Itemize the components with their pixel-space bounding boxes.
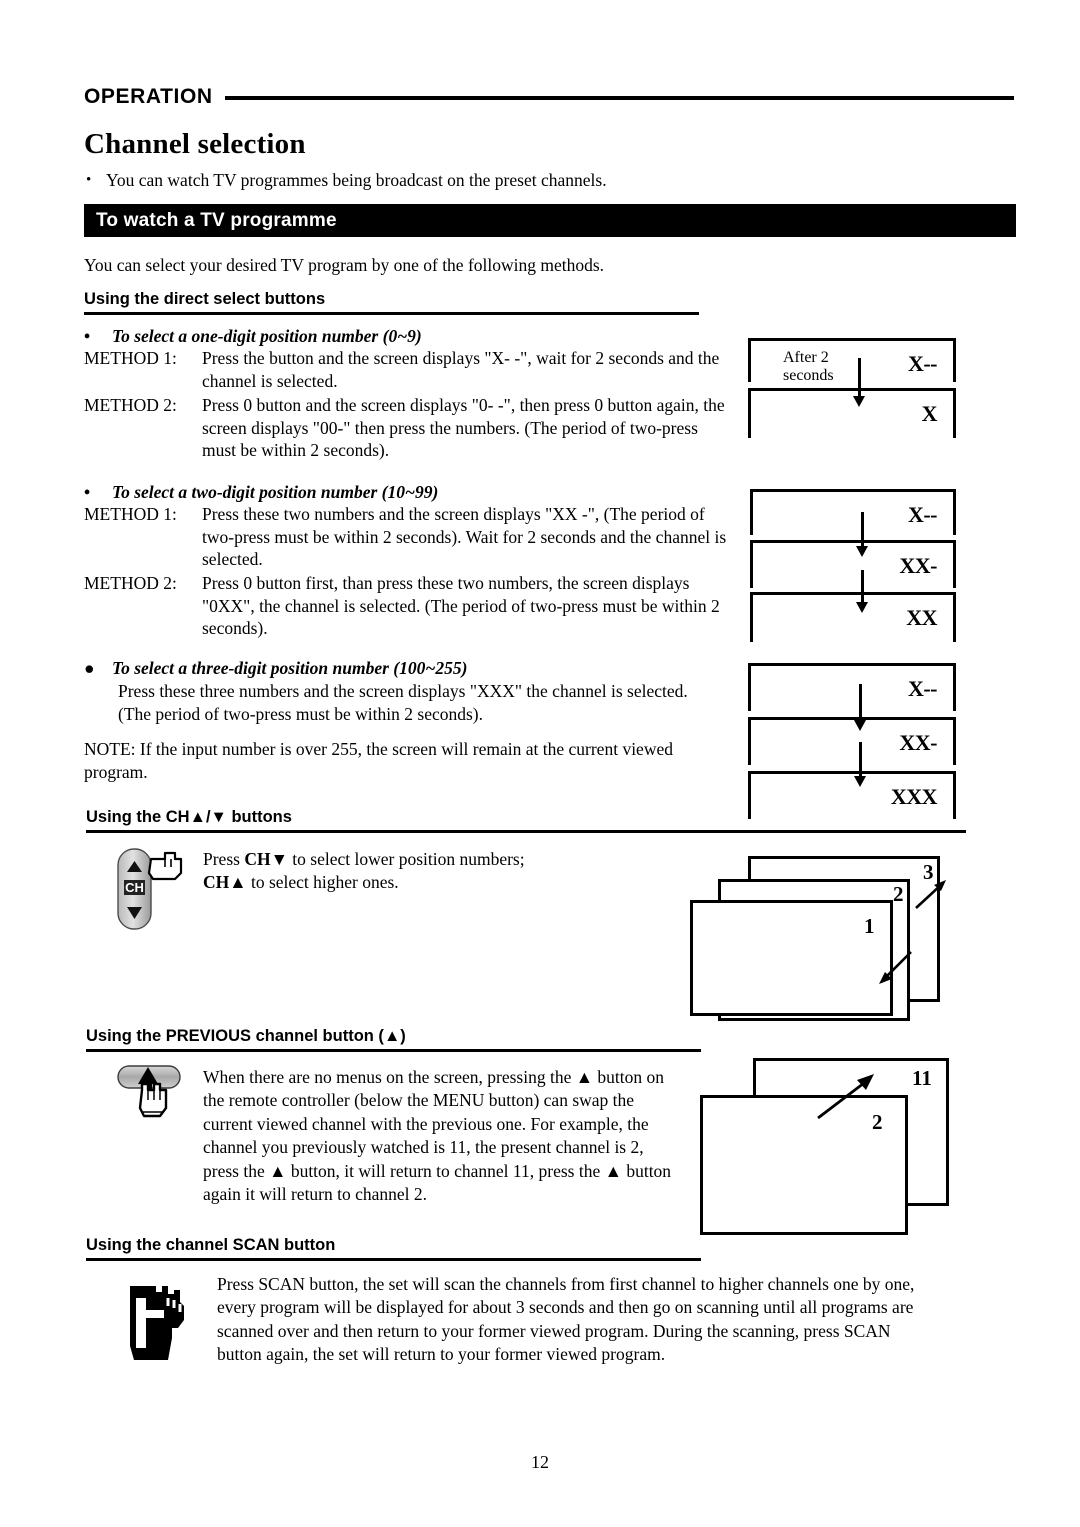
running-head-title: OPERATION bbox=[84, 85, 213, 108]
note-text: NOTE: If the input number is over 255, t… bbox=[84, 739, 673, 782]
lead-paragraph: You can select your desired TV program b… bbox=[84, 255, 605, 275]
section-banner: To watch a TV programme bbox=[84, 204, 1016, 237]
ch-buttons-body: Press CH▼ to select lower position numbe… bbox=[203, 848, 673, 893]
subheading-direct-select: Using the direct select buttons bbox=[84, 290, 699, 315]
prev-body-text: When there are no menus on the screen, p… bbox=[203, 1067, 576, 1087]
swap-arrow-icon bbox=[817, 1074, 874, 1120]
screen-display-value: XX- bbox=[899, 553, 937, 578]
screen-display-value: X-- bbox=[907, 351, 938, 376]
bullet-two-digit: • To select a two-digit position number … bbox=[84, 482, 438, 503]
page-number: 12 bbox=[531, 1452, 549, 1472]
triangle-up-icon: ▲ bbox=[575, 1067, 594, 1087]
screen-display-value: X bbox=[921, 401, 938, 426]
pane-number: 11 bbox=[912, 1066, 932, 1090]
ch-body-text: to select lower position numbers; bbox=[287, 849, 525, 869]
subheading-scan-button: Using the channel SCAN button bbox=[86, 1236, 701, 1261]
prev-heading-suffix: ) bbox=[400, 1027, 406, 1045]
method-label: METHOD 2: bbox=[84, 395, 177, 415]
triangle-up-icon: ▲ bbox=[229, 871, 247, 892]
ch-body-text: to select higher ones. bbox=[246, 871, 399, 892]
triangle-down-icon: ▼ bbox=[270, 849, 288, 869]
screen-display-value: X-- bbox=[907, 676, 938, 701]
tv-screen-outline: XX bbox=[750, 592, 956, 642]
tv-screen-outline: X-- bbox=[748, 663, 956, 711]
bullet-one-digit-label: To select a one-digit position number (0… bbox=[112, 326, 422, 346]
tv-screen-outline: X bbox=[748, 388, 956, 438]
bullet-three-digit-label: To select a three-digit position number … bbox=[112, 658, 468, 678]
scan-button-body: Press SCAN button, the set will scan the… bbox=[217, 1274, 915, 1365]
triangle-up-icon: ▲ bbox=[269, 1160, 287, 1181]
tv-screen-outline: XX- bbox=[750, 540, 956, 588]
ch-body-text: Press bbox=[203, 849, 245, 869]
triangle-up-icon: ▲ bbox=[383, 1027, 401, 1045]
svg-text:CH: CH bbox=[125, 880, 144, 895]
previous-channel-body: When there are no menus on the screen, p… bbox=[203, 1066, 683, 1206]
method-label: METHOD 1: bbox=[84, 348, 177, 368]
stack-arrow-up-icon bbox=[915, 880, 946, 909]
ch-rocker-button-icon: CH bbox=[113, 847, 191, 931]
method-text: Press these two numbers and the screen d… bbox=[202, 504, 727, 570]
method-text: Press the button and the screen displays… bbox=[202, 348, 720, 391]
subheading-ch-buttons: Using the CH▲/▼ buttons bbox=[86, 808, 966, 833]
bullet-two-digit-label: To select a two-digit position number (1… bbox=[112, 482, 439, 502]
previous-button-icon bbox=[112, 1062, 204, 1130]
manual-page: OPERATION Channel selection • You can wa… bbox=[0, 0, 1080, 1527]
tv-screen-outline: After 2 seconds X-- bbox=[748, 338, 956, 385]
method-row-one-digit-1: METHOD 1: Press the button and the scree… bbox=[84, 347, 734, 392]
screen-display-value: XX bbox=[906, 605, 937, 630]
pane-number: 1 bbox=[864, 914, 875, 938]
after-seconds-label: After 2 seconds bbox=[783, 349, 834, 385]
stack-arrow-down-icon bbox=[879, 951, 912, 984]
screen-display-value: XXX bbox=[890, 784, 938, 809]
bullet-three-digit: ● To select a three-digit position numbe… bbox=[84, 658, 467, 679]
ch-heading-prefix: Using the CH bbox=[86, 808, 190, 826]
method-text: Press 0 button and the screen displays "… bbox=[202, 395, 725, 461]
after-seconds-line1: After 2 bbox=[783, 349, 829, 366]
intro-bullet: • You can watch TV programmes being broa… bbox=[86, 169, 986, 191]
prev-body-text: button, it will return to channel 11, pr… bbox=[286, 1160, 605, 1181]
ch-label-bold: CH bbox=[203, 871, 230, 892]
prev-heading-prefix: Using the PREVIOUS channel button ( bbox=[86, 1027, 384, 1045]
screen-display-value: XX- bbox=[899, 730, 937, 755]
bullet-icon: • bbox=[84, 482, 91, 502]
screen-display-value: X-- bbox=[907, 502, 938, 527]
subheading-previous-channel: Using the PREVIOUS channel button (▲) bbox=[86, 1027, 701, 1052]
triangle-down-icon: ▼ bbox=[210, 808, 227, 826]
ch-heading-suffix: buttons bbox=[226, 808, 292, 826]
triangle-up-icon: ▲ bbox=[189, 808, 206, 826]
method-row-two-digit-1: METHOD 1: Press these two numbers and th… bbox=[84, 503, 734, 571]
method-row-two-digit-2: METHOD 2: Press 0 button first, than pre… bbox=[84, 572, 734, 640]
bullet-icon: • bbox=[86, 172, 92, 188]
method-text: Press 0 button first, than press these t… bbox=[202, 573, 720, 639]
pane-number: 2 bbox=[893, 882, 904, 906]
page-title: Channel selection bbox=[84, 128, 306, 160]
three-digit-body: Press these three numbers and the screen… bbox=[118, 681, 688, 724]
method-row-one-digit-2: METHOD 2: Press 0 button and the screen … bbox=[84, 394, 734, 462]
running-head-rule bbox=[224, 96, 1014, 100]
tv-screen-outline: XX- bbox=[748, 717, 956, 765]
bullet-one-digit: • To select a one-digit position number … bbox=[84, 326, 422, 347]
intro-text: You can watch TV programmes being broadc… bbox=[106, 170, 607, 190]
bullet-icon: ● bbox=[84, 658, 95, 678]
pointing-hand-icon bbox=[112, 1276, 198, 1364]
method-label: METHOD 2: bbox=[84, 573, 177, 593]
triangle-up-icon: ▲ bbox=[604, 1160, 622, 1181]
tv-pane-front bbox=[690, 900, 893, 1016]
method-label: METHOD 1: bbox=[84, 504, 177, 524]
bullet-icon: • bbox=[84, 326, 91, 346]
ch-label-bold: CH bbox=[244, 849, 271, 869]
after-seconds-line2: seconds bbox=[783, 367, 834, 384]
running-head: OPERATION bbox=[84, 80, 1014, 114]
tv-screen-outline: X-- bbox=[750, 489, 956, 535]
section-banner-title: To watch a TV programme bbox=[96, 209, 337, 231]
